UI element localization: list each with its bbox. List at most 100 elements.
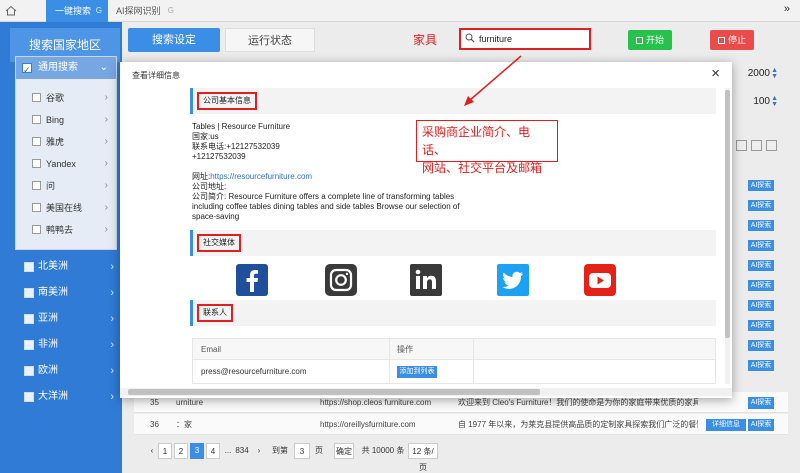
confirm-goto-button[interactable]: 确定 [334,443,354,459]
ai-explore-button[interactable]: AI探索 [748,340,774,351]
export-icon[interactable] [766,140,777,151]
next-page-button[interactable]: › [254,443,264,459]
website-label: 网址: [192,172,211,181]
home-icon[interactable] [0,0,22,22]
region-oceania[interactable]: 大洋洲 › [0,387,122,407]
checkbox-icon[interactable] [24,340,34,350]
engine-item-duckduckgo[interactable]: 鸭鸭去 › [20,220,114,240]
checkbox-icon[interactable] [24,314,34,324]
horizontal-scrollbar[interactable] [120,388,732,396]
tab-one-click-search[interactable]: 一键搜索 G [46,0,108,22]
ai-explore-button[interactable]: AI探索 [748,220,774,231]
vertical-scrollbar[interactable] [725,88,730,384]
row-desc: 自 1977 年以来，为莱克县提供高品质的定制家具探索我们广泛的餐饮 [458,420,698,429]
keyword-input[interactable] [479,32,587,46]
detail-button[interactable]: 详细信息 [706,419,746,431]
checkbox-icon[interactable] [32,137,41,146]
checkbox-icon[interactable] [24,366,34,376]
checkbox-icon[interactable] [24,392,34,402]
region-south-america[interactable]: 南美洲 › [0,283,122,303]
stepper-icon[interactable]: ▲ ▼ [771,67,778,80]
ai-explore-button[interactable]: AI探索 [748,180,774,191]
engine-label: 鸭鸭去 [46,225,74,235]
engine-item-bing[interactable]: Bing › [20,110,114,130]
ai-explore-button[interactable]: AI探索 [748,260,774,271]
engine-item-google[interactable]: 谷歌 › [20,88,114,108]
checkbox-icon[interactable] [32,93,41,102]
add-to-list-button[interactable]: 添加到列表 [397,366,437,378]
general-search-item[interactable]: 通用搜索 ⌄ [16,57,116,81]
checkbox-icon[interactable] [32,225,41,234]
company-intro-1: 公司简介: Resource Furniture offers a comple… [192,192,455,201]
linkedin-icon[interactable] [410,264,442,296]
search-engine-panel: 通用搜索 ⌄ 谷歌› Bing› 雅虎 › Yandex› 问› 美国在线› 鸭鸭… [15,56,117,250]
chevron-right-icon: › [104,202,108,213]
stop-button[interactable]: 停止 [710,30,754,50]
chevron-right-icon: › [110,261,114,273]
max-results-input[interactable]: 2000 [740,68,770,82]
engine-item-yandex[interactable]: Yandex › [20,154,114,174]
page-3-current[interactable]: 3 [190,443,204,459]
page-4[interactable]: 4 [206,443,220,459]
region-asia[interactable]: 亚洲 › [0,309,122,329]
tab-run-status[interactable]: 运行状态 [225,28,315,52]
engine-label: 雅虎 [46,137,65,147]
website-link[interactable]: https://resourcefurniture.com [210,172,312,181]
page-size-select[interactable]: 12 条/页 [408,443,438,472]
page-1[interactable]: 1 [158,443,172,459]
close-icon[interactable]: × [711,65,720,82]
search-icon [465,33,475,43]
twitter-icon[interactable] [497,264,529,296]
goto-page-input[interactable]: 3 [294,443,310,459]
youtube-icon[interactable] [584,264,616,296]
row-number: 36 [150,420,159,429]
contact-email: press@resourcefurniture.com [201,367,307,376]
checkbox-icon[interactable] [24,288,34,298]
region-europe[interactable]: 欧洲 › [0,361,122,381]
engine-item-yahoo[interactable]: 雅虎 › [20,132,114,152]
region-north-america[interactable]: 北美洲 › [0,257,122,277]
double-chevron-right-icon[interactable]: » [784,3,790,15]
chevron-right-icon: › [104,136,108,147]
start-label: 开始 [645,35,664,45]
scrollbar-thumb[interactable] [725,90,730,338]
ai-explore-button[interactable]: AI探索 [748,280,774,291]
tab-search-settings[interactable]: 搜索设定 [128,28,220,52]
ai-explore-button[interactable]: AI探索 [748,419,774,431]
keyword-search-box[interactable] [459,28,591,50]
instagram-icon[interactable] [325,264,357,296]
ai-explore-button[interactable]: AI探索 [748,360,774,371]
page-2[interactable]: 2 [174,443,188,459]
company-address: 公司地址: [192,182,227,191]
depth-input[interactable]: 100 [740,96,770,110]
print-icon[interactable] [751,140,762,151]
checkbox-icon[interactable] [32,181,41,190]
checkbox-icon[interactable] [32,203,41,212]
engine-item-ask[interactable]: 问 › [20,176,114,196]
checkbox-icon[interactable] [32,159,41,168]
column-action: 操作 [397,345,413,354]
scrollbar-thumb[interactable] [128,389,540,395]
checkbox-checked-icon[interactable] [22,59,32,81]
facebook-icon[interactable] [236,264,268,296]
ai-explore-button[interactable]: AI探索 [748,200,774,211]
stepper-icon[interactable]: ▲ ▼ [771,95,778,108]
region-label: 非洲 [38,339,58,350]
chevron-right-icon: › [110,391,114,403]
checkbox-icon[interactable] [32,115,41,124]
ai-explore-button[interactable]: AI探索 [748,320,774,331]
tab-ai-recognition[interactable]: AI探网识别 G [110,0,182,22]
engine-item-aol[interactable]: 美国在线 › [20,198,114,218]
table-row[interactable]: 36 ：家 https://oreillysfurniture.com 自 19… [134,414,788,435]
prev-page-button[interactable]: ‹ [146,443,158,459]
page-last[interactable]: 834 [234,443,250,459]
ai-explore-button[interactable]: AI探索 [748,300,774,311]
table-row: press@resourcefurniture.com 添加到列表 [192,360,716,384]
columns-icon[interactable] [736,140,747,151]
chevron-right-icon: › [110,287,114,299]
region-africa[interactable]: 非洲 › [0,335,122,355]
ai-explore-button[interactable]: AI探索 [748,397,774,409]
checkbox-icon[interactable] [24,262,34,272]
ai-explore-button[interactable]: AI探索 [748,240,774,251]
start-button[interactable]: 开始 [628,30,672,50]
